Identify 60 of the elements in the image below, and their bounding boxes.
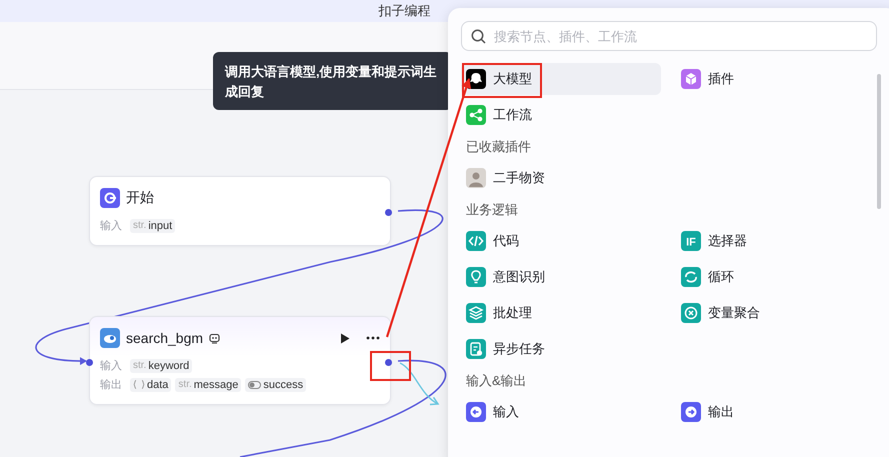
node-title: search_bgm: [126, 330, 204, 346]
tooltip-text: 调用大语言模型,使用变量和提示词生成回复: [225, 63, 437, 101]
output-icon: [681, 402, 701, 422]
toggle-icon: [248, 380, 262, 388]
param-name: success: [263, 378, 304, 390]
node-title: 开始: [126, 189, 154, 207]
aggregate-icon: [681, 303, 701, 323]
if-glyph: IF: [686, 236, 696, 248]
section-heading: 已收藏插件: [466, 138, 532, 156]
node-type-item[interactable]: 批处理: [461, 297, 661, 329]
param-name: message: [194, 378, 238, 390]
intent-icon: [466, 267, 486, 287]
node-type-item[interactable]: 输出: [676, 396, 876, 428]
param-name: keyword: [148, 360, 190, 372]
node-type-item[interactable]: 变量聚合: [676, 297, 876, 329]
search-icon: [471, 29, 486, 44]
section-heading: 业务逻辑: [466, 201, 519, 219]
scrollbar[interactable]: [877, 74, 881, 209]
play-icon[interactable]: [340, 332, 350, 344]
avatar-icon: [466, 168, 486, 188]
notice-text: 扣子编程: [378, 2, 430, 20]
node-type-item[interactable]: 工作流: [461, 99, 661, 131]
node-type-item[interactable]: 意图识别: [461, 261, 661, 293]
node-type-item[interactable]: 大模型: [461, 63, 661, 95]
node-type-item[interactable]: 循环: [676, 261, 876, 293]
loop-icon: [681, 267, 701, 287]
node-type-item[interactable]: 二手物资: [461, 162, 661, 194]
param-label: 输入: [100, 359, 122, 373]
workflow-node[interactable]: 开始 输入 str. input: [89, 176, 391, 246]
input-port[interactable]: [86, 359, 93, 366]
node-type-item[interactable]: 异步任务: [461, 333, 661, 365]
output-port[interactable]: [385, 209, 392, 216]
workflow-node[interactable]: search_bgm 输入 str. keyword 输出 data str. message success: [89, 316, 391, 405]
param-label: 输出: [100, 378, 122, 392]
batch-icon: [466, 303, 486, 323]
section-heading: 输入&输出: [466, 372, 528, 390]
node-type-item[interactable]: IF 选择器: [676, 225, 876, 257]
async-icon: [466, 339, 486, 359]
start-icon: [100, 188, 120, 208]
node-type-item[interactable]: 代码: [461, 225, 661, 257]
search-field[interactable]: 搜索节点、插件、工作流: [461, 21, 877, 51]
type-prefix: str.: [178, 379, 192, 390]
type-prefix: str.: [133, 360, 146, 371]
node-type-item[interactable]: 输入: [461, 396, 661, 428]
param-label: 输入: [100, 219, 122, 233]
workflow-icon: [466, 105, 486, 125]
more-icon[interactable]: [366, 336, 380, 340]
robot-icon: [209, 332, 220, 344]
highlight-frame: [370, 351, 411, 381]
input-icon: [466, 402, 486, 422]
output-port[interactable]: [385, 359, 392, 366]
plugin-icon: [100, 328, 120, 348]
code-icon: [466, 231, 486, 251]
node-type-item[interactable]: 插件: [676, 63, 876, 95]
llm-icon: [466, 69, 486, 89]
type-prefix: str.: [133, 220, 146, 231]
braces-icon: [133, 380, 145, 389]
plugin-icon: [681, 69, 701, 89]
param-name: data: [147, 378, 168, 390]
param-name: input: [148, 220, 172, 232]
